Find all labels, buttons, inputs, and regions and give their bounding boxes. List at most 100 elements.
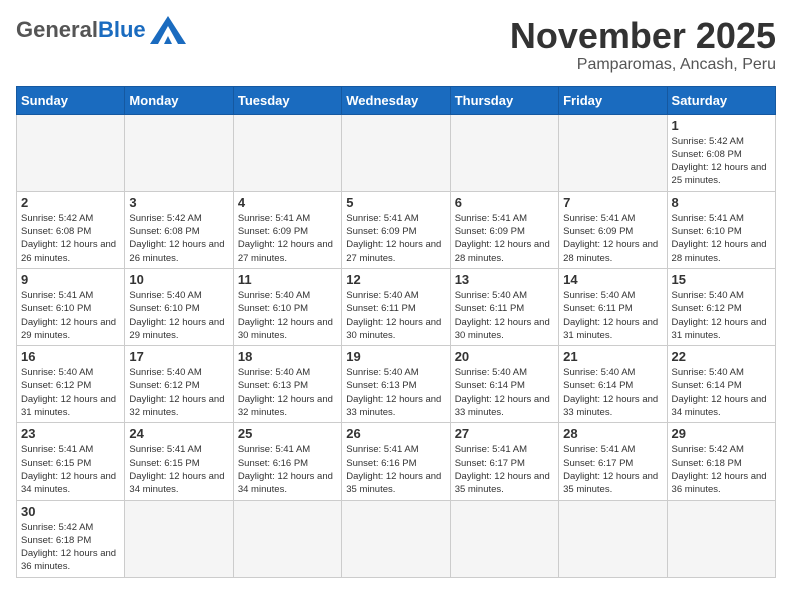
day-number: 16: [21, 349, 120, 364]
calendar-cell: 9 Sunrise: 5:41 AM Sunset: 6:10 PM Daylig…: [17, 268, 125, 345]
calendar-cell: 16 Sunrise: 5:40 AM Sunset: 6:12 PM Dayli…: [17, 346, 125, 423]
weekday-header-sunday: Sunday: [17, 86, 125, 114]
calendar-cell: 22 Sunrise: 5:40 AM Sunset: 6:14 PM Dayli…: [667, 346, 775, 423]
week-row-3: 16 Sunrise: 5:40 AM Sunset: 6:12 PM Dayli…: [17, 346, 776, 423]
day-number: 1: [672, 118, 771, 133]
calendar-cell: [17, 114, 125, 191]
calendar-cell: 24 Sunrise: 5:41 AM Sunset: 6:15 PM Dayli…: [125, 423, 233, 500]
day-info: Sunrise: 5:42 AM Sunset: 6:08 PM Dayligh…: [129, 212, 228, 265]
day-info: Sunrise: 5:40 AM Sunset: 6:12 PM Dayligh…: [21, 366, 120, 419]
day-number: 23: [21, 426, 120, 441]
day-number: 4: [238, 195, 337, 210]
calendar-cell: 18 Sunrise: 5:40 AM Sunset: 6:13 PM Dayli…: [233, 346, 341, 423]
calendar-cell: [342, 500, 450, 577]
logo: General Blue: [16, 16, 186, 44]
day-info: Sunrise: 5:41 AM Sunset: 6:10 PM Dayligh…: [21, 289, 120, 342]
day-info: Sunrise: 5:40 AM Sunset: 6:11 PM Dayligh…: [455, 289, 554, 342]
day-info: Sunrise: 5:41 AM Sunset: 6:15 PM Dayligh…: [21, 443, 120, 496]
calendar-cell: [667, 500, 775, 577]
week-row-2: 9 Sunrise: 5:41 AM Sunset: 6:10 PM Daylig…: [17, 268, 776, 345]
day-info: Sunrise: 5:42 AM Sunset: 6:08 PM Dayligh…: [21, 212, 120, 265]
day-number: 7: [563, 195, 662, 210]
day-number: 3: [129, 195, 228, 210]
month-title: November 2025: [510, 16, 776, 56]
day-number: 28: [563, 426, 662, 441]
day-number: 9: [21, 272, 120, 287]
day-info: Sunrise: 5:41 AM Sunset: 6:16 PM Dayligh…: [346, 443, 445, 496]
calendar-cell: 23 Sunrise: 5:41 AM Sunset: 6:15 PM Dayli…: [17, 423, 125, 500]
day-info: Sunrise: 5:42 AM Sunset: 6:18 PM Dayligh…: [672, 443, 771, 496]
day-info: Sunrise: 5:41 AM Sunset: 6:16 PM Dayligh…: [238, 443, 337, 496]
weekday-header-tuesday: Tuesday: [233, 86, 341, 114]
header: General Blue November 2025 Pamparomas, A…: [16, 16, 776, 74]
day-info: Sunrise: 5:41 AM Sunset: 6:09 PM Dayligh…: [238, 212, 337, 265]
weekday-header-friday: Friday: [559, 86, 667, 114]
day-number: 30: [21, 504, 120, 519]
calendar-cell: 21 Sunrise: 5:40 AM Sunset: 6:14 PM Dayli…: [559, 346, 667, 423]
day-number: 24: [129, 426, 228, 441]
day-number: 14: [563, 272, 662, 287]
calendar-cell: [233, 114, 341, 191]
day-info: Sunrise: 5:40 AM Sunset: 6:10 PM Dayligh…: [129, 289, 228, 342]
day-number: 11: [238, 272, 337, 287]
calendar-cell: 7Sunrise: 5:41 AM Sunset: 6:09 PM Daylig…: [559, 191, 667, 268]
day-number: 6: [455, 195, 554, 210]
day-info: Sunrise: 5:40 AM Sunset: 6:13 PM Dayligh…: [238, 366, 337, 419]
day-info: Sunrise: 5:40 AM Sunset: 6:13 PM Dayligh…: [346, 366, 445, 419]
day-info: Sunrise: 5:40 AM Sunset: 6:12 PM Dayligh…: [672, 289, 771, 342]
day-info: Sunrise: 5:42 AM Sunset: 6:08 PM Dayligh…: [672, 135, 771, 188]
calendar-cell: 4 Sunrise: 5:41 AM Sunset: 6:09 PM Daylig…: [233, 191, 341, 268]
weekday-header-saturday: Saturday: [667, 86, 775, 114]
day-info: Sunrise: 5:40 AM Sunset: 6:14 PM Dayligh…: [563, 366, 662, 419]
calendar-cell: 19 Sunrise: 5:40 AM Sunset: 6:13 PM Dayli…: [342, 346, 450, 423]
day-info: Sunrise: 5:42 AM Sunset: 6:18 PM Dayligh…: [21, 521, 120, 574]
day-info: Sunrise: 5:41 AM Sunset: 6:17 PM Dayligh…: [455, 443, 554, 496]
calendar-cell: 26Sunrise: 5:41 AM Sunset: 6:16 PM Dayli…: [342, 423, 450, 500]
day-number: 18: [238, 349, 337, 364]
calendar-cell: 25Sunrise: 5:41 AM Sunset: 6:16 PM Dayli…: [233, 423, 341, 500]
day-number: 29: [672, 426, 771, 441]
calendar-cell: [559, 500, 667, 577]
day-info: Sunrise: 5:40 AM Sunset: 6:11 PM Dayligh…: [563, 289, 662, 342]
day-number: 27: [455, 426, 554, 441]
day-info: Sunrise: 5:41 AM Sunset: 6:15 PM Dayligh…: [129, 443, 228, 496]
day-info: Sunrise: 5:41 AM Sunset: 6:09 PM Dayligh…: [346, 212, 445, 265]
day-number: 2: [21, 195, 120, 210]
day-number: 15: [672, 272, 771, 287]
calendar-cell: 15 Sunrise: 5:40 AM Sunset: 6:12 PM Dayli…: [667, 268, 775, 345]
day-number: 22: [672, 349, 771, 364]
day-info: Sunrise: 5:41 AM Sunset: 6:09 PM Dayligh…: [455, 212, 554, 265]
day-number: 13: [455, 272, 554, 287]
calendar-cell: 27 Sunrise: 5:41 AM Sunset: 6:17 PM Dayli…: [450, 423, 558, 500]
logo-general-text: General: [16, 17, 98, 43]
week-row-0: 1 Sunrise: 5:42 AM Sunset: 6:08 PM Daylig…: [17, 114, 776, 191]
calendar-cell: 28 Sunrise: 5:41 AM Sunset: 6:17 PM Dayli…: [559, 423, 667, 500]
calendar-cell: 3 Sunrise: 5:42 AM Sunset: 6:08 PM Daylig…: [125, 191, 233, 268]
day-info: Sunrise: 5:41 AM Sunset: 6:17 PM Dayligh…: [563, 443, 662, 496]
day-info: Sunrise: 5:40 AM Sunset: 6:14 PM Dayligh…: [672, 366, 771, 419]
day-number: 20: [455, 349, 554, 364]
title-area: November 2025 Pamparomas, Ancash, Peru: [510, 16, 776, 74]
day-number: 12: [346, 272, 445, 287]
calendar-cell: 8Sunrise: 5:41 AM Sunset: 6:10 PM Daylig…: [667, 191, 775, 268]
weekday-header-monday: Monday: [125, 86, 233, 114]
logo-icon: [150, 16, 186, 44]
day-number: 19: [346, 349, 445, 364]
calendar-cell: 29 Sunrise: 5:42 AM Sunset: 6:18 PM Dayli…: [667, 423, 775, 500]
logo-blue-text: Blue: [98, 17, 146, 43]
calendar-cell: [342, 114, 450, 191]
calendar-cell: [233, 500, 341, 577]
calendar-cell: 20Sunrise: 5:40 AM Sunset: 6:14 PM Dayli…: [450, 346, 558, 423]
day-number: 21: [563, 349, 662, 364]
day-number: 17: [129, 349, 228, 364]
calendar-cell: 14 Sunrise: 5:40 AM Sunset: 6:11 PM Dayli…: [559, 268, 667, 345]
calendar-cell: [450, 500, 558, 577]
calendar-cell: 6 Sunrise: 5:41 AM Sunset: 6:09 PM Daylig…: [450, 191, 558, 268]
calendar-cell: [559, 114, 667, 191]
day-info: Sunrise: 5:40 AM Sunset: 6:12 PM Dayligh…: [129, 366, 228, 419]
location-title: Pamparomas, Ancash, Peru: [510, 56, 776, 74]
week-row-5: 30 Sunrise: 5:42 AM Sunset: 6:18 PM Dayli…: [17, 500, 776, 577]
calendar: SundayMondayTuesdayWednesdayThursdayFrid…: [16, 86, 776, 578]
weekday-header-thursday: Thursday: [450, 86, 558, 114]
calendar-cell: 2 Sunrise: 5:42 AM Sunset: 6:08 PM Daylig…: [17, 191, 125, 268]
